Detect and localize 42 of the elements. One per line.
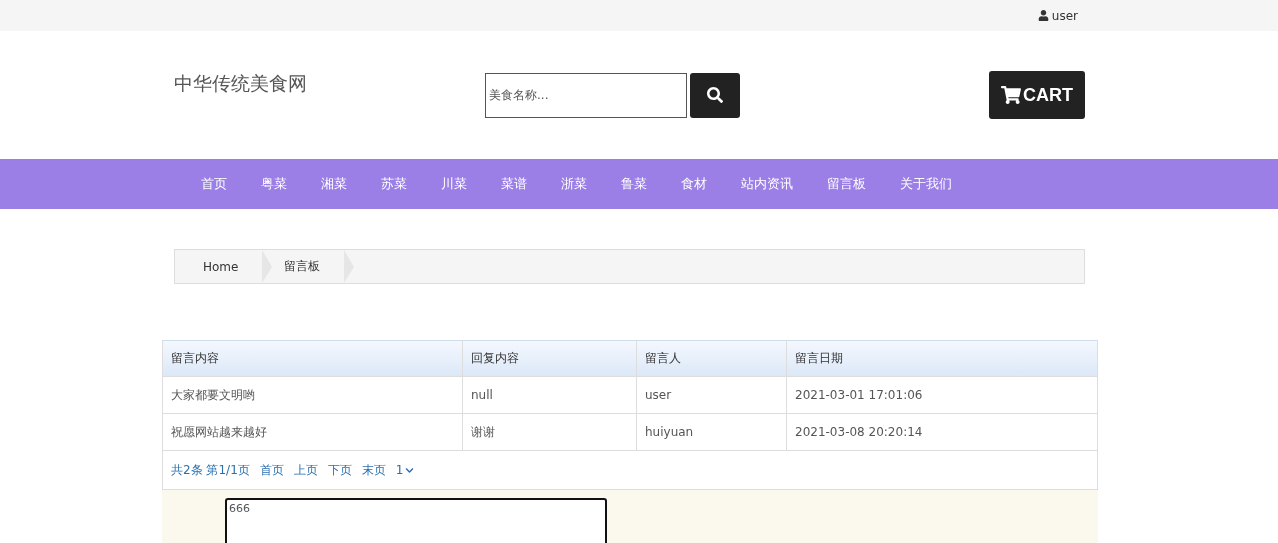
nav-link[interactable]: 关于我们 — [900, 175, 952, 193]
nav-link[interactable]: 首页 — [201, 175, 227, 193]
search-button[interactable] — [690, 72, 740, 118]
table-cell: 祝愿网站越来越好 — [163, 414, 463, 450]
table-cell: 2021-03-01 17:01:06 — [787, 377, 1098, 413]
pager-summary: 共2条 第1/1页 — [171, 461, 250, 479]
pager-link[interactable]: 下页 — [327, 461, 352, 479]
nav-link[interactable]: 浙菜 — [561, 175, 587, 193]
nav-link[interactable]: 菜谱 — [501, 175, 527, 193]
search-icon — [707, 87, 723, 103]
column-header: 留言人 — [637, 341, 787, 376]
nav-link[interactable]: 留言板 — [827, 175, 866, 193]
pager-link[interactable]: 末页 — [361, 461, 386, 479]
chevron-icon — [405, 465, 415, 475]
nav-link[interactable]: 湘菜 — [321, 175, 347, 193]
breadcrumb-link[interactable]: 留言板 — [272, 250, 355, 283]
search-field[interactable]: 美食名称... — [485, 72, 687, 118]
table-cell: huiyuan — [637, 414, 787, 450]
nav-link[interactable]: 食材 — [681, 175, 707, 193]
user-link[interactable]: user — [1037, 8, 1078, 23]
page-select[interactable]: 1 — [395, 463, 415, 477]
table-cell: user — [637, 377, 787, 413]
cart-icon — [1001, 85, 1021, 105]
pager-link[interactable]: 上页 — [293, 461, 318, 479]
table-cell: 谢谢 — [463, 414, 637, 450]
table-cell: null — [463, 377, 637, 413]
nav-link[interactable]: 苏菜 — [381, 175, 407, 193]
nav-link[interactable]: 粤菜 — [261, 175, 287, 193]
breadcrumb-link[interactable]: Home — [175, 250, 273, 283]
user-icon — [1037, 10, 1049, 21]
message-field[interactable]: 666 — [225, 498, 607, 543]
site-logo: 中华传统美食网 — [174, 71, 308, 96]
nav-link[interactable]: 鲁菜 — [621, 175, 647, 193]
column-header: 回复内容 — [463, 341, 637, 376]
cart-button[interactable]: CART — [989, 71, 1085, 119]
pager-link[interactable]: 首页 — [259, 461, 284, 479]
column-header: 留言内容 — [163, 341, 463, 376]
nav-link[interactable]: 站内资讯 — [741, 175, 793, 193]
column-header: 留言日期 — [787, 341, 1098, 376]
table-cell: 大家都要文明哟 — [163, 377, 463, 413]
nav-link[interactable]: 川菜 — [441, 175, 467, 193]
table-cell: 2021-03-08 20:20:14 — [787, 414, 1098, 450]
